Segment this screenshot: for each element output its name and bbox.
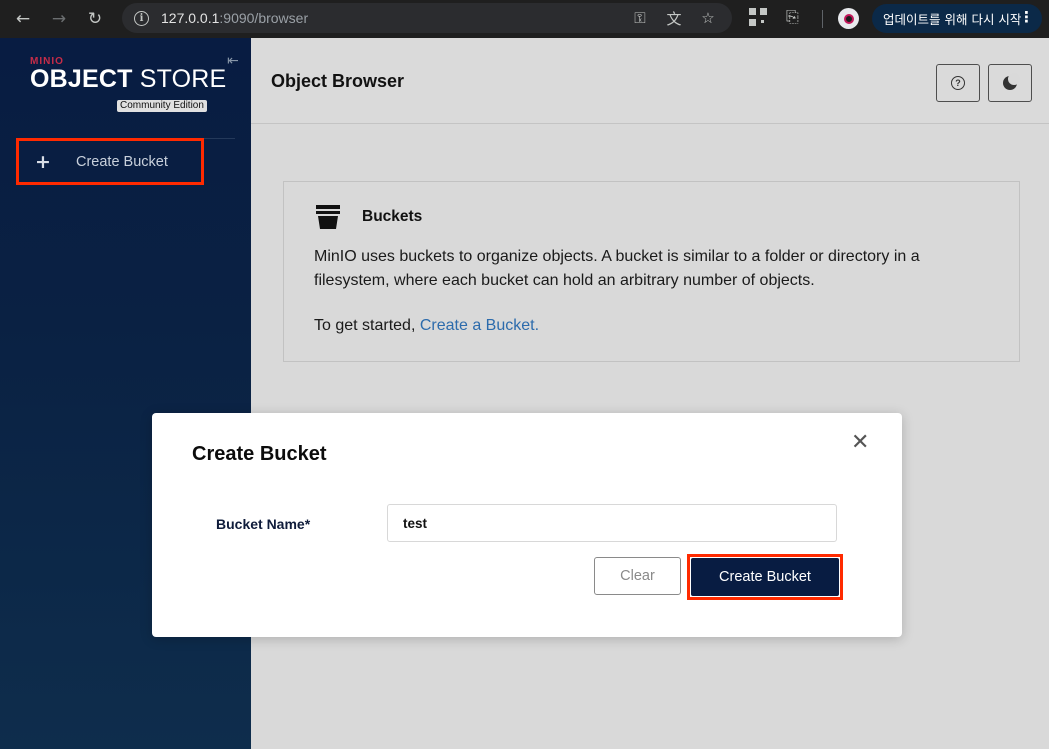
- info-cta: To get started, Create a Bucket.: [314, 317, 539, 335]
- info-title: Buckets: [362, 208, 423, 225]
- dark-mode-icon: [1003, 73, 1020, 90]
- dark-mode-button[interactable]: [988, 64, 1032, 102]
- site-info-icon[interactable]: i: [134, 10, 149, 26]
- help-button[interactable]: ?: [936, 64, 980, 102]
- update-restart-button[interactable]: 업데이트를 위해 다시 시작 ⋮: [872, 4, 1042, 33]
- main-content: Object Browser ? Buckets MinIO uses buck…: [251, 38, 1049, 749]
- forward-icon[interactable]: →: [44, 4, 74, 34]
- cta-prefix: To get started,: [314, 317, 420, 334]
- profile-icon[interactable]: [838, 8, 859, 29]
- page-header: Object Browser ?: [251, 38, 1049, 124]
- back-icon[interactable]: ←: [8, 4, 38, 34]
- page-title: Object Browser: [271, 71, 405, 91]
- password-key-icon[interactable]: ⚿: [630, 9, 650, 27]
- info-description: MinIO uses buckets to organize objects. …: [314, 248, 920, 289]
- collapse-sidebar-icon[interactable]: ⇤: [227, 53, 239, 69]
- logo-word-object: OBJECT: [30, 65, 133, 93]
- minio-logo: MINIO OBJECT STORE Community Edition: [30, 56, 227, 112]
- clear-button[interactable]: Clear: [594, 557, 681, 595]
- sidebar-item-label: Create Bucket: [76, 153, 168, 170]
- edition-badge: Community Edition: [117, 100, 207, 112]
- reload-icon[interactable]: ↻: [80, 4, 110, 34]
- modal-title: Create Bucket: [192, 443, 327, 465]
- create-bucket-modal: Create Bucket ✕ Bucket Name* Clear Creat…: [152, 413, 902, 637]
- qr-code-icon[interactable]: [749, 8, 767, 26]
- logo-word-store: STORE: [132, 65, 227, 93]
- extensions-icon[interactable]: ⎘: [786, 7, 799, 27]
- buckets-info-panel: Buckets MinIO uses buckets to organize o…: [283, 181, 1020, 362]
- url-path: :9090/browser: [219, 10, 309, 26]
- create-bucket-button[interactable]: Create Bucket: [691, 558, 839, 596]
- bucket-icon: [316, 205, 340, 229]
- bucket-name-input[interactable]: [387, 504, 837, 542]
- bucket-name-label: Bucket Name*: [216, 516, 311, 532]
- url-host: 127.0.0.1: [161, 10, 220, 26]
- help-icon: ?: [951, 76, 965, 90]
- url-text[interactable]: 127.0.0.1:9090/browser: [161, 10, 308, 26]
- create-bucket-link[interactable]: Create a Bucket.: [420, 317, 539, 334]
- sidebar-create-bucket[interactable]: + Create Bucket: [16, 138, 204, 185]
- update-label: 업데이트를 위해 다시 시작: [883, 12, 1022, 27]
- toolbar-divider: [822, 10, 823, 28]
- close-icon[interactable]: ✕: [851, 430, 869, 455]
- browser-toolbar: ← → ↻ i 127.0.0.1:9090/browser ⚿ 文 ☆ ⎘ 업…: [0, 0, 1049, 38]
- translate-icon[interactable]: 文: [664, 8, 684, 29]
- logo-wordmark: OBJECT STORE: [30, 65, 227, 93]
- sidebar: MINIO OBJECT STORE Community Edition ⇤ +…: [0, 38, 251, 749]
- plus-icon: +: [35, 150, 51, 173]
- address-bar[interactable]: i 127.0.0.1:9090/browser ⚿ 文 ☆: [122, 3, 732, 33]
- bookmark-star-icon[interactable]: ☆: [698, 9, 718, 27]
- more-menu-icon[interactable]: ⋮: [1019, 8, 1034, 26]
